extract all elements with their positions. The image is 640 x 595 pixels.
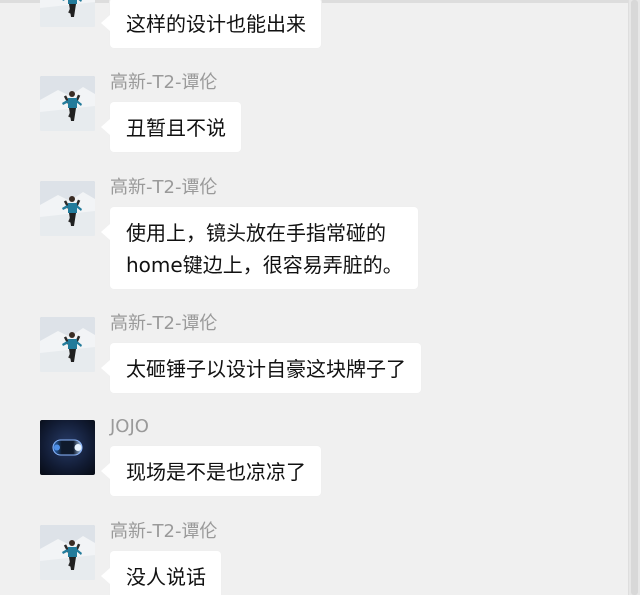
message-text-line: 太砸锤子以设计自豪这块牌子了	[126, 357, 406, 381]
scrollbar-thumb[interactable]	[631, 0, 638, 595]
message-bubble[interactable]: 没人说话	[101, 551, 221, 595]
user-avatar[interactable]	[40, 181, 95, 236]
vertical-scrollbar[interactable]	[628, 0, 640, 595]
sender-name: 高新-T2-谭伦	[110, 177, 218, 198]
message-text-line: home键边上，很容易弄脏的。	[126, 253, 403, 277]
message-text-line: 现场是不是也凉凉了	[126, 460, 306, 484]
message-text-line: 这样的设计也能出来	[126, 12, 306, 36]
skier-avatar-icon	[40, 317, 95, 372]
skier-avatar-icon	[40, 0, 95, 27]
message-bubble[interactable]: 丑暂且不说	[101, 102, 241, 152]
skier-avatar-icon	[40, 525, 95, 580]
user-avatar[interactable]	[40, 76, 95, 131]
message-text-line: 没人说话	[126, 565, 206, 589]
user-avatar[interactable]	[40, 317, 95, 372]
message-bubble[interactable]: 这样的设计也能出来	[101, 0, 321, 48]
chat-message-list[interactable]: 这样的设计也能出来 高新-T2-谭伦 丑暂且不说 高新-T2-谭伦 使用上，镜头…	[0, 0, 629, 595]
user-avatar[interactable]	[40, 0, 95, 27]
sender-name: 高新-T2-谭伦	[110, 313, 218, 334]
message-bubble[interactable]: 使用上，镜头放在手指常碰的 home键边上，很容易弄脏的。	[101, 207, 418, 289]
user-avatar[interactable]	[40, 525, 95, 580]
dark-pill-avatar-icon	[40, 420, 95, 475]
sender-name: JOJO	[110, 416, 149, 437]
sender-name: 高新-T2-谭伦	[110, 72, 218, 93]
message-bubble[interactable]: 现场是不是也凉凉了	[101, 446, 321, 496]
skier-avatar-icon	[40, 76, 95, 131]
message-bubble[interactable]: 太砸锤子以设计自豪这块牌子了	[101, 343, 421, 393]
skier-avatar-icon	[40, 181, 95, 236]
sender-name: 高新-T2-谭伦	[110, 521, 218, 542]
message-text-line: 丑暂且不说	[126, 116, 226, 140]
user-avatar[interactable]	[40, 420, 95, 475]
message-text-line: 使用上，镜头放在手指常碰的	[126, 221, 386, 245]
